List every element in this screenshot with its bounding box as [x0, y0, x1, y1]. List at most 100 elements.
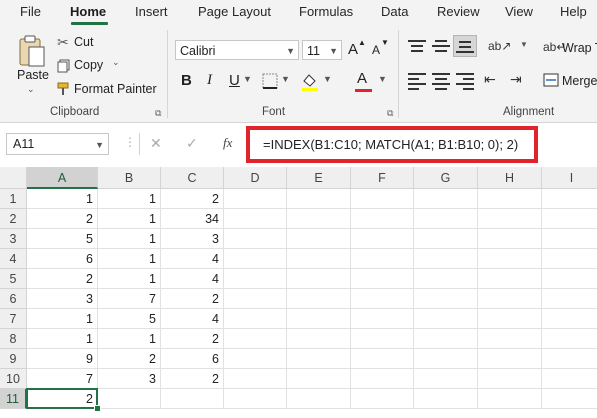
cell-b7[interactable]: 5	[98, 309, 161, 329]
cell-a8[interactable]: 1	[27, 329, 98, 349]
font-launcher-icon[interactable]: ⧉	[387, 108, 393, 119]
cell-f8[interactable]	[351, 329, 414, 349]
align-middle-icon[interactable]	[432, 40, 450, 54]
fill-color-icon[interactable]	[300, 72, 320, 97]
cell-d9[interactable]	[224, 349, 287, 369]
paste-button[interactable]: Paste	[17, 68, 49, 82]
cell-i1[interactable]	[542, 189, 597, 209]
cell-c8[interactable]: 2	[161, 329, 224, 349]
cell-g8[interactable]	[414, 329, 478, 349]
row-header-7[interactable]: 7	[0, 309, 27, 329]
cell-e8[interactable]	[287, 329, 351, 349]
fill-color-dropdown-icon[interactable]: ▼	[323, 74, 332, 84]
format-painter-button[interactable]: Format Painter	[74, 82, 157, 96]
cell-d5[interactable]	[224, 269, 287, 289]
cell-e6[interactable]	[287, 289, 351, 309]
cell-a5[interactable]: 2	[27, 269, 98, 289]
column-header-i[interactable]: I	[542, 167, 597, 189]
cell-d1[interactable]	[224, 189, 287, 209]
cell-e2[interactable]	[287, 209, 351, 229]
cell-h2[interactable]	[478, 209, 542, 229]
cell-b1[interactable]: 1	[98, 189, 161, 209]
cell-a2[interactable]: 2	[27, 209, 98, 229]
cell-h11[interactable]	[478, 389, 542, 409]
align-right-icon[interactable]	[456, 73, 474, 90]
cell-f7[interactable]	[351, 309, 414, 329]
cell-b8[interactable]: 1	[98, 329, 161, 349]
cell-d4[interactable]	[224, 249, 287, 269]
cell-b6[interactable]: 7	[98, 289, 161, 309]
row-header-11[interactable]: 11	[0, 389, 27, 409]
cell-f3[interactable]	[351, 229, 414, 249]
cell-e5[interactable]	[287, 269, 351, 289]
cell-c3[interactable]: 3	[161, 229, 224, 249]
cell-b9[interactable]: 2	[98, 349, 161, 369]
cell-i8[interactable]	[542, 329, 597, 349]
cell-h7[interactable]	[478, 309, 542, 329]
cell-a9[interactable]: 9	[27, 349, 98, 369]
enter-check-icon[interactable]: ✓	[186, 135, 198, 152]
cell-e4[interactable]	[287, 249, 351, 269]
tab-help[interactable]: Help	[560, 4, 587, 19]
cell-i5[interactable]	[542, 269, 597, 289]
cell-f9[interactable]	[351, 349, 414, 369]
cell-f11[interactable]	[351, 389, 414, 409]
cell-a4[interactable]: 6	[27, 249, 98, 269]
cell-d3[interactable]	[224, 229, 287, 249]
cell-h6[interactable]	[478, 289, 542, 309]
row-header-6[interactable]: 6	[0, 289, 27, 309]
cell-i3[interactable]	[542, 229, 597, 249]
underline-dropdown-icon[interactable]: ▼	[243, 74, 252, 84]
cell-f4[interactable]	[351, 249, 414, 269]
insert-function-button[interactable]: fx	[223, 135, 232, 151]
cell-c11[interactable]	[161, 389, 224, 409]
cell-c5[interactable]: 4	[161, 269, 224, 289]
cell-g2[interactable]	[414, 209, 478, 229]
cell-f1[interactable]	[351, 189, 414, 209]
cell-e9[interactable]	[287, 349, 351, 369]
cell-c2[interactable]: 34	[161, 209, 224, 229]
cell-c4[interactable]: 4	[161, 249, 224, 269]
cell-e3[interactable]	[287, 229, 351, 249]
cell-c9[interactable]: 6	[161, 349, 224, 369]
cell-f5[interactable]	[351, 269, 414, 289]
cell-d10[interactable]	[224, 369, 287, 389]
row-header-3[interactable]: 3	[0, 229, 27, 249]
cell-h9[interactable]	[478, 349, 542, 369]
font-color-dropdown-icon[interactable]: ▼	[378, 74, 387, 84]
cell-d6[interactable]	[224, 289, 287, 309]
cell-i7[interactable]	[542, 309, 597, 329]
cell-d7[interactable]	[224, 309, 287, 329]
cell-g6[interactable]	[414, 289, 478, 309]
cell-e10[interactable]	[287, 369, 351, 389]
wrap-text-button[interactable]: Wrap T	[562, 41, 597, 55]
column-header-a[interactable]: A	[27, 167, 98, 189]
grow-font-button[interactable]: A	[348, 41, 358, 58]
cell-a3[interactable]: 5	[27, 229, 98, 249]
font-color-button[interactable]: A	[357, 70, 367, 87]
tab-review[interactable]: Review	[437, 4, 480, 19]
italic-button[interactable]: I	[207, 72, 212, 89]
underline-button[interactable]: U	[229, 72, 240, 89]
cell-f6[interactable]	[351, 289, 414, 309]
copy-button[interactable]: Copy	[74, 58, 103, 72]
cell-f2[interactable]	[351, 209, 414, 229]
cell-b11[interactable]	[98, 389, 161, 409]
align-center-icon[interactable]	[432, 73, 450, 90]
copy-dropdown-icon[interactable]: ⌄	[112, 57, 120, 68]
cell-a10[interactable]: 7	[27, 369, 98, 389]
tab-view[interactable]: View	[505, 4, 533, 19]
cell-b10[interactable]: 3	[98, 369, 161, 389]
cell-h1[interactable]	[478, 189, 542, 209]
column-header-e[interactable]: E	[287, 167, 351, 189]
cell-g7[interactable]	[414, 309, 478, 329]
font-size-select[interactable]: 11 ▼	[302, 40, 342, 60]
cell-i11[interactable]	[542, 389, 597, 409]
cut-button[interactable]: Cut	[74, 35, 93, 49]
paste-dropdown-icon[interactable]: ⌄	[27, 84, 35, 95]
font-name-select[interactable]: Calibri ▼	[175, 40, 299, 60]
paste-icon[interactable]	[18, 34, 46, 68]
cell-e7[interactable]	[287, 309, 351, 329]
cell-a6[interactable]: 3	[27, 289, 98, 309]
cell-a1[interactable]: 1	[27, 189, 98, 209]
